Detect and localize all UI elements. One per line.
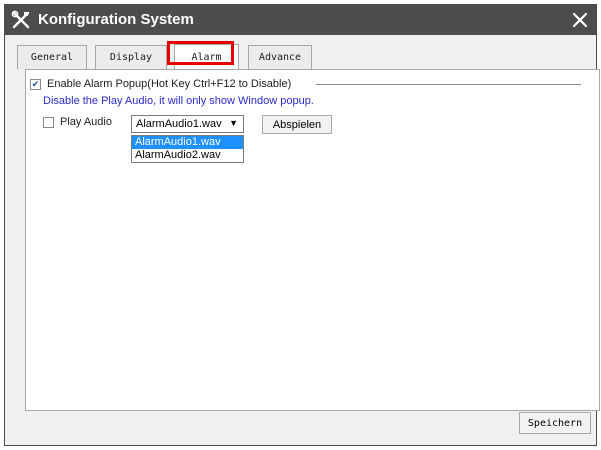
alarm-content: ✔ Enable Alarm Popup(Hot Key Ctrl+F12 to… <box>24 69 594 399</box>
title-bar: Konfiguration System <box>5 5 596 35</box>
enable-popup-checkbox[interactable]: ✔ <box>30 78 41 90</box>
audio-select[interactable]: AlarmAudio1.wav ▼ <box>131 115 244 133</box>
tab-advance[interactable]: Advance <box>248 45 312 69</box>
save-button[interactable]: Speichern <box>519 412 591 434</box>
play-audio-row: Play Audio <box>43 116 112 128</box>
tab-display[interactable]: Display <box>95 45 167 69</box>
audio-select-value: AlarmAudio1.wav <box>136 118 222 130</box>
check-icon: ✔ <box>31 78 40 89</box>
audio-options-list: AlarmAudio1.wav AlarmAudio2.wav <box>131 135 244 163</box>
enable-popup-row: ✔ Enable Alarm Popup(Hot Key Ctrl+F12 to… <box>30 78 291 90</box>
audio-note: Disable the Play Audio, it will only sho… <box>43 95 314 107</box>
play-audio-label: Play Audio <box>60 116 112 128</box>
play-button[interactable]: Abspielen <box>262 115 332 134</box>
audio-option[interactable]: AlarmAudio1.wav <box>132 136 243 149</box>
close-icon[interactable] <box>570 10 590 30</box>
window-title: Konfiguration System <box>38 11 194 28</box>
dropdown-arrow-icon: ▼ <box>229 118 238 128</box>
enable-popup-label: Enable Alarm Popup(Hot Key Ctrl+F12 to D… <box>47 78 292 90</box>
tab-general[interactable]: General <box>17 45 87 69</box>
group-divider <box>316 84 581 85</box>
tools-icon <box>11 10 30 29</box>
audio-option[interactable]: AlarmAudio2.wav <box>132 149 243 162</box>
play-audio-checkbox[interactable] <box>43 116 54 128</box>
tab-alarm[interactable]: Alarm <box>174 44 239 70</box>
